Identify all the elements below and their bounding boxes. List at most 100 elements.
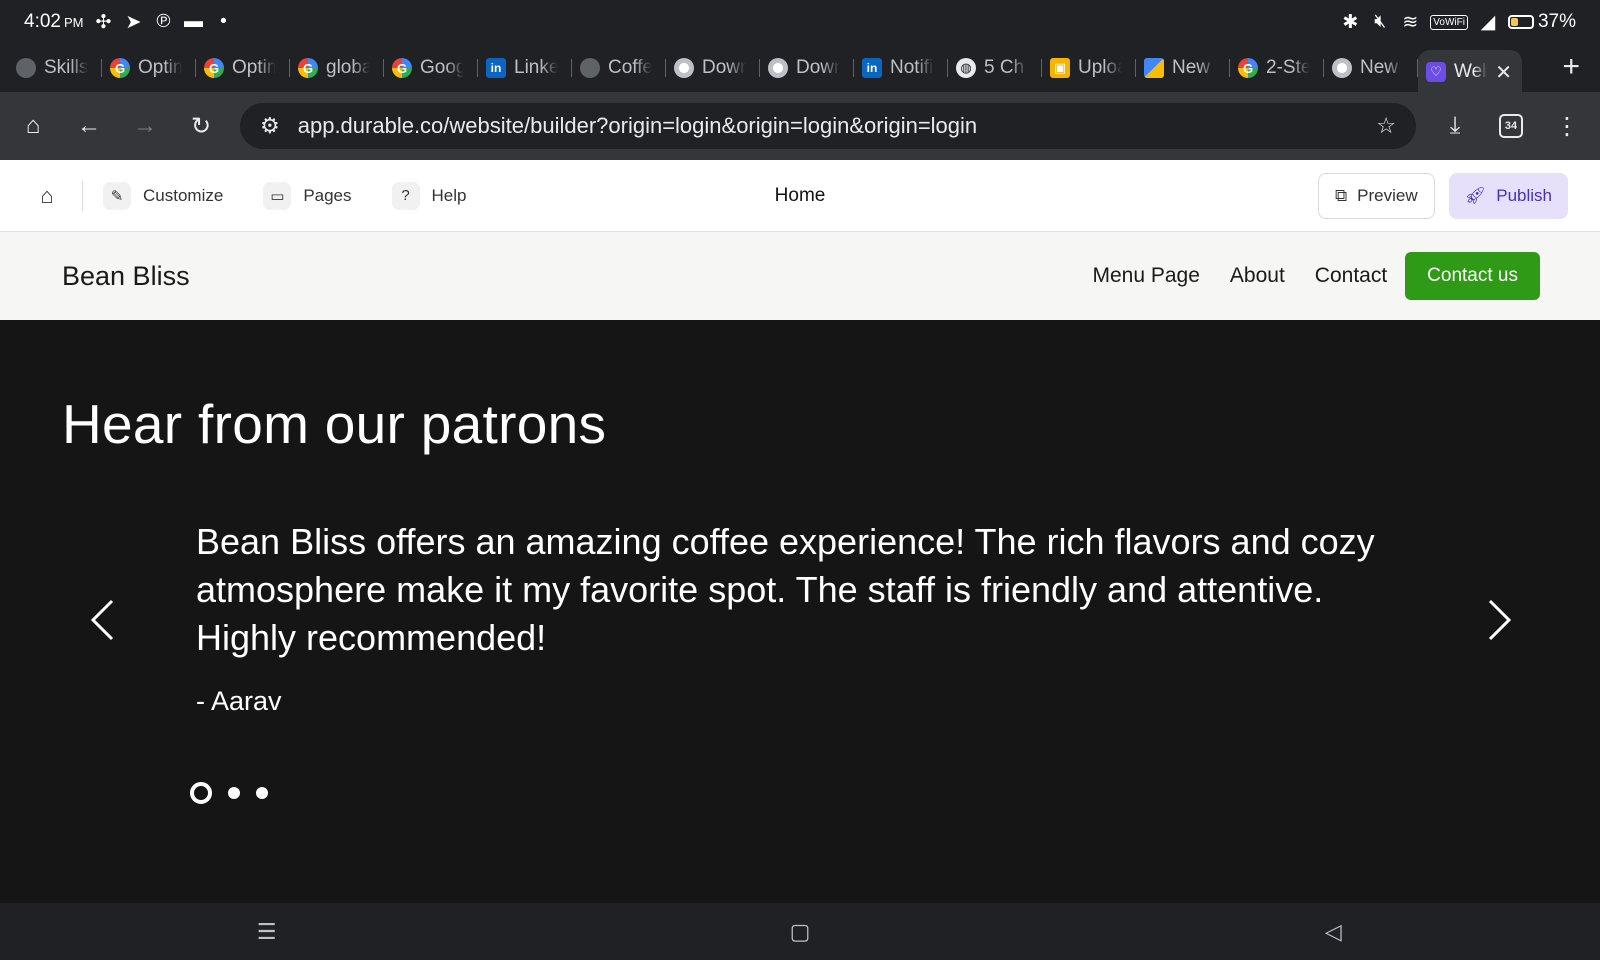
- back-icon[interactable]: ←: [72, 109, 106, 143]
- home-square-icon[interactable]: ▢: [780, 912, 820, 952]
- site-brand[interactable]: Bean Bliss: [62, 261, 190, 292]
- chevron-left-icon: [90, 599, 114, 641]
- tab-label: Skills: [44, 57, 88, 78]
- publish-button[interactable]: 🚀︎ Publish: [1448, 172, 1568, 219]
- tab-active-website[interactable]: ♡ Website ✕: [1418, 50, 1522, 94]
- browser-tab[interactable]: G Optimize: [102, 50, 196, 86]
- chevron-right-icon: [1488, 599, 1512, 641]
- linkedin-favicon-icon: in: [486, 58, 506, 78]
- preview-label: Preview: [1357, 185, 1418, 205]
- customize-button[interactable]: ✎ Customize: [103, 181, 224, 210]
- browser-tab-strip: SkillsGOptimizeGOptimizeGglobalGGooglein…: [0, 44, 1600, 94]
- upload-favicon-icon: ▣: [1050, 58, 1070, 78]
- web-viewport: ⌂ ✎ Customize ▭ Pages ? Help Home ⧉ Prev…: [0, 160, 1600, 903]
- carousel-prev-button[interactable]: [82, 590, 122, 650]
- wifi-icon: ≋: [1402, 11, 1419, 33]
- current-page-selector[interactable]: Home: [775, 185, 826, 207]
- pages-button[interactable]: ▭ Pages: [263, 181, 352, 210]
- contact-us-button[interactable]: Contact us: [1405, 252, 1540, 300]
- back-triangle-icon[interactable]: ◁: [1313, 912, 1353, 952]
- carousel-pagination: [190, 782, 268, 804]
- more-notifications-icon: •: [220, 11, 227, 32]
- download-icon[interactable]: ⤓: [1438, 109, 1472, 143]
- browser-tab[interactable]: G Optimize: [196, 50, 290, 86]
- help-button[interactable]: ? Help: [391, 181, 467, 210]
- help-label: Help: [431, 185, 467, 205]
- google-favicon-icon: G: [110, 58, 130, 78]
- builder-toolbar: ⌂ ✎ Customize ▭ Pages ? Help Home ⧉ Prev…: [0, 160, 1600, 232]
- chrome-favicon-icon: [768, 58, 788, 78]
- tab-label: Google: [420, 57, 464, 78]
- address-bar[interactable]: ⚙ app.durable.co/website/builder?origin=…: [240, 103, 1416, 149]
- browser-toolbar: ⌂ ← → ↻ ⚙ app.durable.co/website/builder…: [0, 92, 1600, 160]
- carousel-dot[interactable]: [228, 787, 240, 799]
- site-favicon-icon: [16, 58, 36, 78]
- tab-label: New: [1360, 57, 1399, 78]
- publish-label: Publish: [1496, 185, 1552, 205]
- carousel-dot[interactable]: [190, 782, 212, 804]
- nav-link-contact[interactable]: Contact: [1315, 264, 1387, 288]
- testimonial-quote: Bean Bliss offers an amazing coffee expe…: [196, 521, 1375, 658]
- browser-tab[interactable]: Gglobal: [290, 50, 384, 86]
- site-favicon-icon: [580, 58, 600, 78]
- browser-tab[interactable]: ▣ Upload: [1042, 50, 1136, 86]
- url-text[interactable]: app.durable.co/website/builder?origin=lo…: [298, 113, 1359, 139]
- builder-home-icon[interactable]: ⌂: [32, 181, 62, 211]
- tab-label: Notifications: [890, 57, 934, 78]
- divider: [82, 180, 83, 211]
- battery-percent: 37%: [1537, 11, 1576, 32]
- brush-icon: ✎: [103, 181, 131, 210]
- browser-tab[interactable]: Skills: [8, 50, 102, 86]
- site-header: Bean Bliss Menu Page About Contact Contact…: [0, 232, 1600, 320]
- browser-tab[interactable]: in LinkedIn: [478, 50, 572, 86]
- tab-label: 5 Ch: [984, 57, 1025, 78]
- google-favicon-icon: G: [298, 58, 318, 78]
- tab-label: Website: [1454, 61, 1487, 82]
- customize-label: Customize: [143, 185, 224, 205]
- recent-apps-icon[interactable]: ☰: [247, 912, 287, 952]
- tab-label: LinkedIn: [514, 57, 558, 78]
- site-nav: Menu Page About Contact: [1092, 264, 1387, 288]
- carousel-dot[interactable]: [256, 787, 268, 799]
- linkedin-favicon-icon: in: [862, 58, 882, 78]
- browser-tab[interactable]: ◍ 5 Ch: [948, 50, 1042, 86]
- help-icon: ?: [391, 181, 420, 210]
- preview-button[interactable]: ⧉ Preview: [1318, 172, 1435, 219]
- tab-label: global: [326, 57, 370, 78]
- more-menu-icon[interactable]: ⋮: [1550, 109, 1584, 143]
- new-tab-button[interactable]: +: [1562, 50, 1580, 84]
- home-icon[interactable]: ⌂: [16, 109, 50, 143]
- tab-label: Download: [796, 57, 840, 78]
- battery-icon: [1507, 15, 1534, 29]
- telegram-icon: ➤: [125, 11, 142, 33]
- tab-label: Coffee: [608, 57, 652, 78]
- carousel-next-button[interactable]: [1480, 590, 1520, 650]
- nav-link-menu-page[interactable]: Menu Page: [1092, 264, 1199, 288]
- testimonials-section: Hear from our patrons Bean Bliss offers …: [0, 320, 1600, 903]
- signal-icon: ◢: [1480, 11, 1496, 33]
- google-favicon-icon: G: [204, 58, 224, 78]
- browser-tab[interactable]: Download: [760, 50, 854, 86]
- browser-tab[interactable]: Download: [666, 50, 760, 86]
- bluetooth-icon: ✱: [1342, 11, 1359, 33]
- browser-tab[interactable]: New: [1136, 50, 1230, 86]
- tab-switcher-button[interactable]: 34: [1494, 109, 1528, 143]
- tab-label: Download: [702, 57, 746, 78]
- browser-tab[interactable]: New: [1324, 50, 1418, 86]
- browser-tab[interactable]: Coffee: [572, 50, 666, 86]
- globe-favicon-icon: ◍: [956, 58, 976, 78]
- reload-icon[interactable]: ↻: [184, 109, 218, 143]
- testimonial-author: - Aarav: [196, 686, 282, 716]
- section-title: Hear from our patrons: [62, 393, 607, 455]
- tab-label: Optimize: [138, 57, 182, 78]
- browser-tab[interactable]: in Notifications: [854, 50, 948, 86]
- tab-count: 34: [1499, 114, 1523, 138]
- google-favicon-icon: G: [392, 58, 412, 78]
- browser-tab[interactable]: G 2-Step: [1230, 50, 1324, 86]
- close-tab-icon[interactable]: ✕: [1495, 60, 1512, 85]
- browser-tab[interactable]: G Google: [384, 50, 478, 86]
- site-settings-icon[interactable]: ⚙: [260, 113, 280, 139]
- nav-link-about[interactable]: About: [1230, 264, 1285, 288]
- bookmark-star-icon[interactable]: ☆: [1376, 113, 1396, 139]
- forward-icon[interactable]: →: [128, 109, 162, 143]
